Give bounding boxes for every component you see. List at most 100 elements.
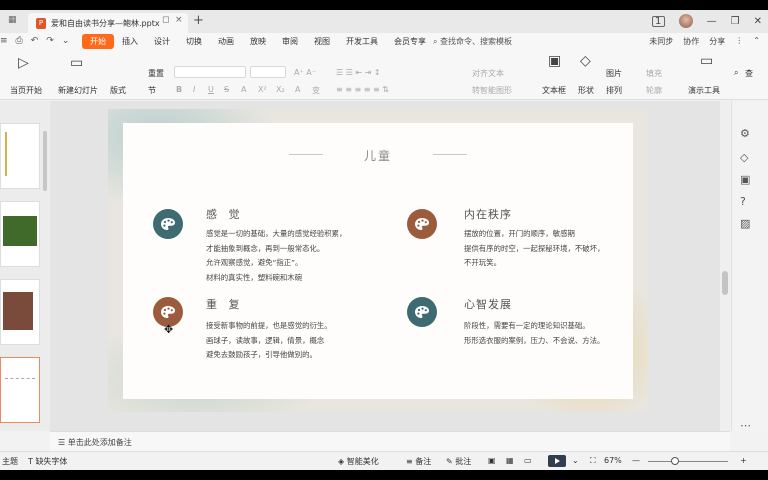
align-text-button[interactable]: 对齐文本 xyxy=(472,68,504,79)
chevron-down-icon[interactable]: ⌄ xyxy=(572,456,579,465)
minimize-button[interactable]: — xyxy=(707,16,717,27)
font-name-select[interactable] xyxy=(174,66,246,78)
presenter-tools-icon[interactable]: ▭ xyxy=(700,53,713,69)
new-tab-button[interactable]: + xyxy=(193,13,204,28)
missing-font-button[interactable]: T 缺失字体 xyxy=(28,456,67,467)
scrollbar-thumb[interactable] xyxy=(722,271,728,295)
outline-button[interactable]: 轮廓 xyxy=(646,85,662,96)
paragraph-align-icon[interactable]: ≡ ≡ ≡ ≡ ≡ ⇅ xyxy=(336,85,389,94)
slide-thumbnail[interactable] xyxy=(0,201,40,267)
slide-title[interactable]: 儿童 xyxy=(123,147,633,164)
presenter-tools-button[interactable]: 演示工具 xyxy=(688,85,720,96)
close-tab-icon[interactable]: × xyxy=(175,15,183,25)
section-button[interactable]: 节 xyxy=(148,85,156,96)
superscript-button[interactable]: X² xyxy=(258,85,267,94)
smart-graphic-button[interactable]: 转智能图形 xyxy=(472,85,512,96)
close-window-button[interactable]: ✕ xyxy=(754,16,762,27)
fill-button[interactable]: 填充 xyxy=(646,68,662,79)
tab-insert[interactable]: 插入 xyxy=(114,34,146,49)
font-color-button[interactable]: A xyxy=(295,85,300,94)
tab-slideshow[interactable]: 放映 xyxy=(242,34,274,49)
text-effect-button[interactable]: A xyxy=(241,85,246,94)
zoom-slider-handle[interactable] xyxy=(671,457,679,465)
tab-animation[interactable]: 动画 xyxy=(210,34,242,49)
section-body[interactable]: 阶段性，需要有一定的理论知识基础。 形形选衣服的案例，压力、不会说、方法。 xyxy=(464,319,604,348)
vertical-scrollbar[interactable] xyxy=(720,101,730,431)
picture-button[interactable]: 图片 xyxy=(606,68,622,79)
pin-icon[interactable]: ◻ xyxy=(162,15,169,25)
shape-icon[interactable]: ◇ xyxy=(580,53,591,69)
slide[interactable]: 儿童 感 觉 感觉是一切的基础，大量的感觉经验积累， 才能抽象到概念，再到一般常… xyxy=(108,109,648,412)
collaborate-button[interactable]: 协作 xyxy=(683,36,699,47)
font-size-select[interactable] xyxy=(250,66,286,78)
tab-transition[interactable]: 切换 xyxy=(178,34,210,49)
zoom-level[interactable]: 67% xyxy=(604,456,622,465)
share-button[interactable]: 分享 xyxy=(709,36,725,47)
section-title[interactable]: 感 觉 xyxy=(206,206,244,222)
arrange-button[interactable]: 排列 xyxy=(606,85,622,96)
redo-icon[interactable]: ↷ xyxy=(46,36,54,46)
notes-toggle-button[interactable]: ≡ 备注 xyxy=(406,456,431,467)
tab-home[interactable]: 开始 xyxy=(82,34,114,49)
menu-icon[interactable]: ≡ xyxy=(0,36,8,46)
underline-button[interactable]: U xyxy=(208,85,214,94)
thumbnail-scrollbar[interactable] xyxy=(43,131,47,191)
new-slide-button[interactable]: 新建幻灯片 xyxy=(58,85,98,96)
comments-button[interactable]: ✎ 批注 xyxy=(446,456,471,467)
sorter-view-icon[interactable]: ▦ xyxy=(506,456,514,465)
print-icon[interactable]: ⎙ xyxy=(16,36,23,46)
find-button[interactable]: 查 xyxy=(745,68,753,79)
new-slide-icon[interactable]: ▭ xyxy=(70,55,83,71)
theme-label[interactable]: 主题 xyxy=(2,456,18,467)
reading-view-icon[interactable]: ▭ xyxy=(524,456,532,465)
list-icon[interactable]: ☰ ☰ ⇤ ⇥ ↕ xyxy=(336,68,381,77)
more-icon[interactable]: ⋮ xyxy=(735,36,743,47)
tab-design[interactable]: 设计 xyxy=(146,34,178,49)
slide-thumbnail[interactable] xyxy=(0,279,40,345)
section-title[interactable]: 内在秩序 xyxy=(464,206,512,222)
slideshow-play-button[interactable] xyxy=(548,455,566,467)
zoom-slider[interactable] xyxy=(648,461,728,462)
avatar[interactable] xyxy=(678,14,693,28)
find-icon[interactable]: ⌕ xyxy=(734,68,738,78)
collapse-ribbon-icon[interactable]: ⌃ xyxy=(753,36,760,47)
italic-button[interactable]: I xyxy=(193,85,195,94)
more-icon[interactable]: ⋯ xyxy=(740,419,751,432)
shape-button[interactable]: 形状 xyxy=(578,85,594,96)
chevron-down-icon[interactable]: ⌄ xyxy=(62,36,70,46)
section-title[interactable]: 心智发展 xyxy=(464,296,512,312)
change-case-button[interactable]: 变 xyxy=(312,85,320,96)
bold-button[interactable]: B xyxy=(176,85,182,94)
notes-pane[interactable]: ☰ 单击此处添加备注 xyxy=(50,431,730,451)
properties-icon[interactable]: ⚙ xyxy=(740,127,750,140)
section-body[interactable]: 接受新事物的前提，也是感觉的衍生。 画球子，读故事，逻辑，倩景，概念 避免去鼓励… xyxy=(206,319,332,363)
play-from-current-button[interactable]: 当页开始 xyxy=(10,85,42,96)
help-icon[interactable]: ? xyxy=(740,195,746,208)
sync-status[interactable]: 未同步 xyxy=(649,36,673,47)
window-count-badge[interactable]: 1 xyxy=(651,15,665,27)
textbox-button[interactable]: 文本框 xyxy=(542,85,566,96)
normal-view-icon[interactable]: ▣ xyxy=(488,456,496,465)
restore-button[interactable]: ❐ xyxy=(731,16,740,27)
command-search[interactable]: ⌕ 查找命令、搜索模板 xyxy=(433,36,512,47)
textbox-icon[interactable]: ▣ xyxy=(548,53,561,69)
slide-thumbnail-selected[interactable] xyxy=(0,357,40,423)
slide-thumbnail[interactable] xyxy=(0,123,40,189)
section-body[interactable]: 感觉是一切的基础，大量的感觉经验积累， 才能抽象到概念，再到一般常态化。 允许观… xyxy=(206,227,346,285)
tab-review[interactable]: 审阅 xyxy=(274,34,306,49)
apps-icon[interactable]: ▦ xyxy=(8,15,17,25)
undo-icon[interactable]: ↶ xyxy=(31,36,39,46)
strike-button[interactable]: S xyxy=(224,85,229,94)
tab-developer[interactable]: 开发工具 xyxy=(338,34,386,49)
tab-view[interactable]: 视图 xyxy=(306,34,338,49)
design-icon[interactable]: ◇ xyxy=(740,151,748,164)
subscript-button[interactable]: X₂ xyxy=(276,85,285,94)
fit-window-icon[interactable]: ⛶ xyxy=(590,456,596,466)
zoom-out-button[interactable]: — xyxy=(632,456,640,465)
smart-beautify-button[interactable]: ◈ 智能美化 xyxy=(338,456,379,467)
reset-button[interactable]: 重置 xyxy=(148,68,164,79)
tab-member[interactable]: 会员专享 xyxy=(386,34,434,49)
section-title[interactable]: 重 复 xyxy=(206,296,244,312)
picture-icon[interactable]: ▨ xyxy=(740,217,750,230)
section-body[interactable]: 摆放的位置，开门的顺序，敏感期 提供有序的时空，一起探秘环境，不破坏， 不开玩笑… xyxy=(464,227,604,271)
